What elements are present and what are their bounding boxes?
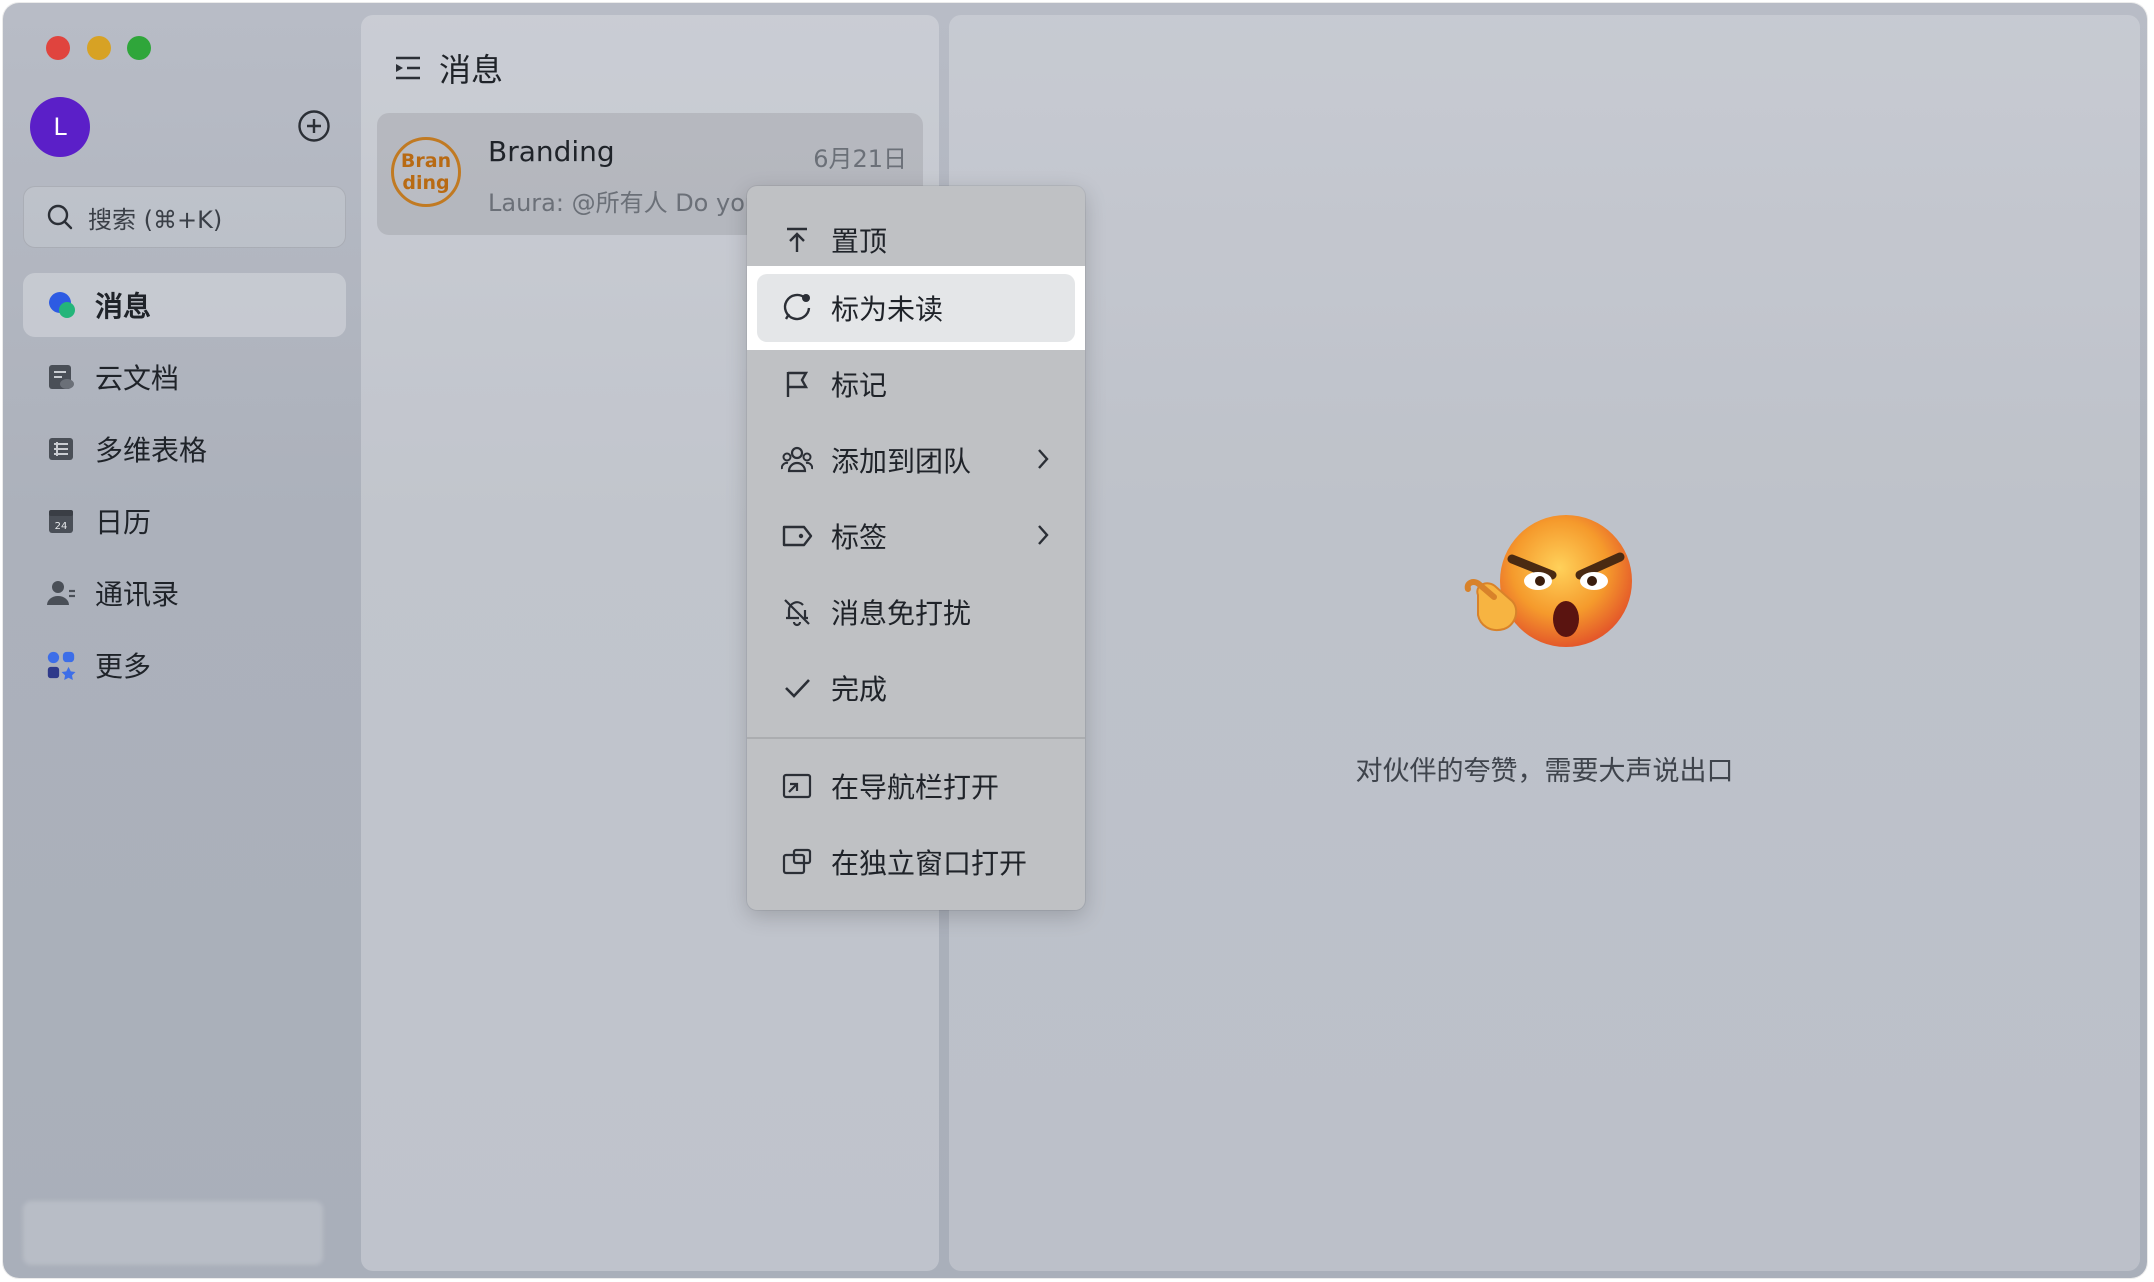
sidebar-item-bitable[interactable]: 多维表格 xyxy=(23,417,346,481)
chat-preview: Laura: @所有人 Do you xyxy=(488,189,761,217)
mute-bell-icon xyxy=(781,596,813,628)
sidebar-item-label: 云文档 xyxy=(95,362,180,395)
minimize-window-button[interactable] xyxy=(87,36,111,60)
avatar[interactable]: L xyxy=(30,97,90,157)
close-window-button[interactable] xyxy=(46,36,70,60)
search-icon xyxy=(47,204,73,230)
search-placeholder: 搜索 (⌘+K) xyxy=(88,205,223,234)
sidebar-item-label: 通讯录 xyxy=(95,578,180,611)
message-bubble-icon xyxy=(45,289,77,321)
table-icon xyxy=(45,433,77,465)
group-avatar: Bran ding xyxy=(391,137,461,207)
avatar-text-line-2: ding xyxy=(402,172,450,194)
sidebar-item-label: 消息 xyxy=(95,290,152,323)
cloud-doc-icon xyxy=(45,361,77,393)
menu-item-label: 标记 xyxy=(831,369,888,402)
angry-emoji-thumbs-icon xyxy=(1464,515,1632,647)
calendar-day: 24 xyxy=(55,521,68,532)
context-menu: 置顶 标为未读 标记 添加到团队 标签 消息免打扰 完成 在导航栏打开 在独立窗… xyxy=(747,186,1085,910)
collapse-sidebar-icon[interactable] xyxy=(393,54,423,82)
menu-item-mute[interactable]: 消息免打扰 xyxy=(757,578,1075,646)
page-title: 消息 xyxy=(439,51,504,89)
zoom-window-button[interactable] xyxy=(127,36,151,60)
check-icon xyxy=(781,672,813,704)
detail-panel: 对伙伴的夸赞，需要大声说出口 xyxy=(949,15,2140,1271)
menu-item-open-in-nav[interactable]: 在导航栏打开 xyxy=(757,752,1075,820)
avatar-initial: L xyxy=(53,113,67,141)
menu-divider xyxy=(747,737,1085,739)
menu-item-tag[interactable]: 标签 xyxy=(757,502,1075,570)
menu-item-done[interactable]: 完成 xyxy=(757,654,1075,722)
sidebar-item-messages[interactable]: 消息 xyxy=(23,273,346,337)
sidebar-nav: 消息 云文档 多维表格 24 日历 通讯录 更多 xyxy=(23,273,346,705)
pin-top-icon xyxy=(781,224,813,256)
contacts-icon xyxy=(45,577,77,609)
menu-item-label: 标签 xyxy=(831,521,888,554)
avatar-text-line-1: Bran xyxy=(400,150,452,172)
menu-item-label: 在导航栏打开 xyxy=(831,771,1000,804)
chat-name: Branding xyxy=(488,135,615,168)
sidebar-item-more[interactable]: 更多 xyxy=(23,633,346,697)
menu-item-label: 标为未读 xyxy=(831,293,944,326)
chat-date: 6月21日 xyxy=(813,145,907,173)
menu-item-mark-unread[interactable]: 标为未读 xyxy=(757,274,1075,342)
menu-item-flag[interactable]: 标记 xyxy=(757,350,1075,418)
sidebar-item-cloud-docs[interactable]: 云文档 xyxy=(23,345,346,409)
menu-item-label: 添加到团队 xyxy=(831,445,972,478)
user-status-bar[interactable] xyxy=(23,1201,323,1265)
chevron-right-icon xyxy=(1038,525,1049,545)
menu-item-label: 在独立窗口打开 xyxy=(831,847,1028,880)
sidebar-item-label: 日历 xyxy=(95,506,152,539)
menu-item-label: 消息免打扰 xyxy=(831,597,972,630)
app-window: L 搜索 (⌘+K) 消息 云文档 多维表格 24 日历 通讯录 更多 消息 B… xyxy=(3,3,2147,1278)
menu-item-open-window[interactable]: 在独立窗口打开 xyxy=(757,828,1075,896)
plus-circle-icon xyxy=(298,110,330,142)
mark-unread-icon xyxy=(781,292,813,324)
tag-icon xyxy=(781,520,813,552)
menu-item-add-to-team[interactable]: 添加到团队 xyxy=(757,426,1075,494)
team-icon xyxy=(781,444,813,476)
chat-list-header: 消息 xyxy=(393,45,503,91)
sidebar-item-label: 多维表格 xyxy=(95,434,208,467)
create-button[interactable] xyxy=(295,107,333,145)
search-input[interactable]: 搜索 (⌘+K) xyxy=(23,186,346,248)
menu-item-label: 置顶 xyxy=(831,225,888,258)
more-apps-icon xyxy=(45,649,77,681)
chevron-right-icon xyxy=(1038,449,1049,469)
open-window-icon xyxy=(781,846,813,878)
calendar-icon: 24 xyxy=(45,505,77,537)
sidebar-item-contacts[interactable]: 通讯录 xyxy=(23,561,346,625)
menu-item-label: 完成 xyxy=(831,673,888,706)
open-in-nav-icon xyxy=(781,770,813,802)
menu-item-pin[interactable]: 置顶 xyxy=(757,206,1075,274)
sidebar-item-calendar[interactable]: 24 日历 xyxy=(23,489,346,553)
flag-icon xyxy=(781,368,813,400)
empty-state-text: 对伙伴的夸赞，需要大声说出口 xyxy=(1355,756,1734,787)
sidebar-item-label: 更多 xyxy=(95,650,152,683)
